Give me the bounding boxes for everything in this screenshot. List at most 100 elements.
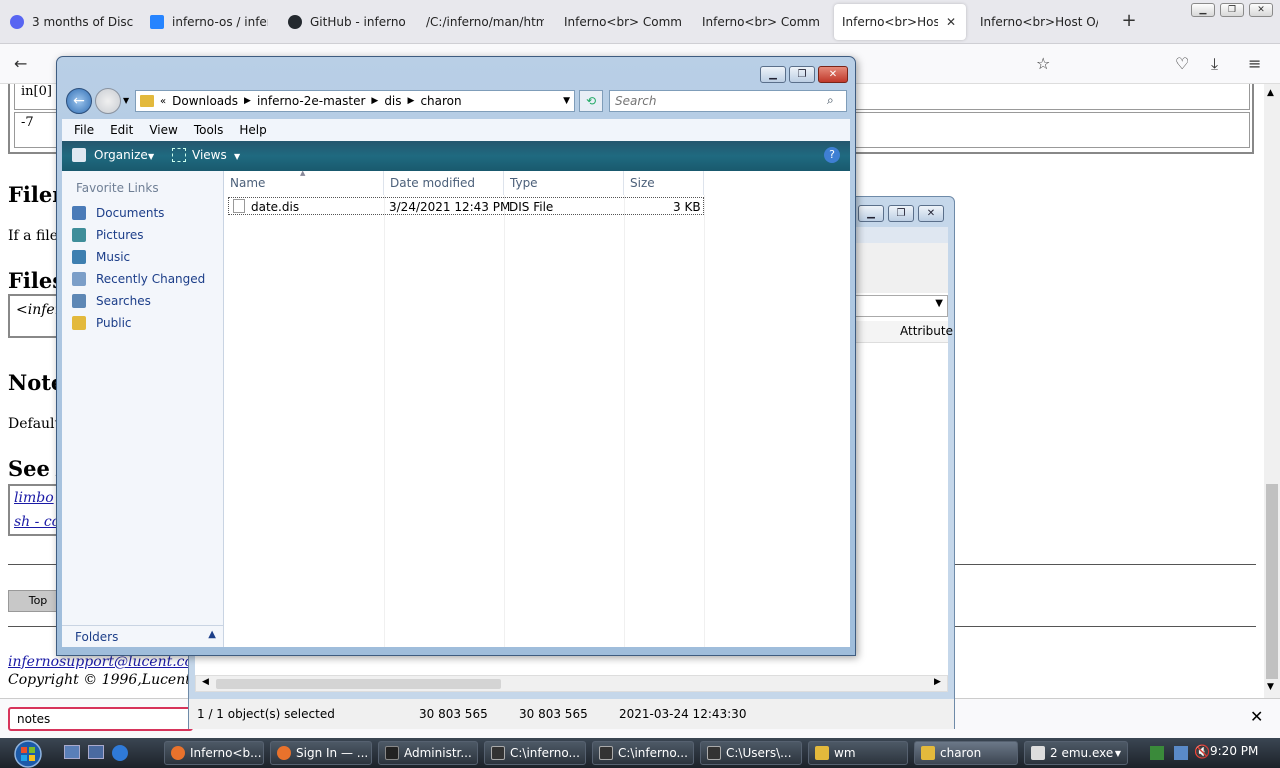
menu-edit[interactable]: Edit xyxy=(110,123,133,137)
attribute-column[interactable]: Attribute xyxy=(900,324,953,338)
taskbar-item-charon[interactable]: charon xyxy=(914,741,1018,765)
bg-close-button[interactable]: ✕ xyxy=(918,205,944,222)
tab-host-os[interactable]: Inferno<br>Host O/S xyxy=(972,4,1106,40)
close-find-icon[interactable]: ✕ xyxy=(1250,707,1263,726)
recent-pages-dropdown-icon[interactable]: ▼ xyxy=(123,96,129,105)
tab-github[interactable]: GitHub - inferno- xyxy=(280,4,414,40)
nav-searches[interactable]: Searches xyxy=(72,294,151,308)
menu-help[interactable]: Help xyxy=(239,123,266,137)
network-icon[interactable] xyxy=(1174,746,1188,760)
nav-recently-changed[interactable]: Recently Changed xyxy=(72,272,205,286)
chevron-down-icon[interactable]: ▼ xyxy=(148,152,154,161)
file-date: 3/24/2021 12:43 PM xyxy=(389,200,511,214)
address-dropdown-icon[interactable]: ▼ xyxy=(563,96,570,106)
taskbar-label: Sign In — ... xyxy=(296,746,369,760)
link-limbo[interactable]: limbo xyxy=(14,490,54,506)
start-button[interactable] xyxy=(8,740,48,768)
tab-label: Inferno<br>Host O xyxy=(842,15,938,29)
taskbar-item-firefox-1[interactable]: Inferno<b... xyxy=(164,741,264,765)
scrollbar-thumb[interactable] xyxy=(1266,484,1278,679)
menu-icon[interactable]: ≡ xyxy=(1248,54,1261,73)
back-arrow-icon[interactable]: ← xyxy=(14,54,27,73)
tab-commands[interactable]: Inferno<br> Comman xyxy=(556,4,690,40)
bg-minimize-button[interactable]: ▁ xyxy=(858,205,884,222)
menu-file[interactable]: File xyxy=(74,123,94,137)
file-row[interactable]: date.dis 3/24/2021 12:43 PM DIS File 3 K… xyxy=(228,197,704,215)
forward-button[interactable] xyxy=(95,88,121,114)
views-icon xyxy=(172,148,186,162)
column-name[interactable]: Name ▲ xyxy=(224,169,384,195)
music-icon xyxy=(72,250,86,264)
breadcrumb-inferno[interactable]: inferno-2e-master xyxy=(257,94,365,108)
column-size[interactable]: Size xyxy=(624,171,704,195)
show-desktop-icon[interactable] xyxy=(64,745,80,759)
breadcrumb-separator-icon[interactable]: ▶ xyxy=(371,96,378,106)
link-sh[interactable]: sh - co xyxy=(14,514,60,530)
folders-toggle[interactable]: Folders ▲ xyxy=(62,625,224,647)
breadcrumb-charon[interactable]: charon xyxy=(420,94,461,108)
nav-music[interactable]: Music xyxy=(72,250,130,264)
email-link[interactable]: infernosupport@lucent.com xyxy=(8,654,206,670)
tray-icon[interactable] xyxy=(1150,746,1164,760)
taskbar-item-wm[interactable]: wm xyxy=(808,741,908,765)
refresh-button[interactable]: ⟲ xyxy=(579,90,603,112)
taskbar-item-cmd[interactable]: Administr... xyxy=(378,741,478,765)
views-button[interactable]: Views xyxy=(192,148,227,162)
close-window-button[interactable]: ✕ xyxy=(1249,3,1273,17)
firefox-icon xyxy=(277,746,291,760)
tab-man-page[interactable]: /C:/inferno/man/htm xyxy=(418,4,552,40)
page-scrollbar[interactable]: ▲ ▼ xyxy=(1264,84,1280,698)
find-input[interactable] xyxy=(8,707,193,731)
scroll-right-icon[interactable]: ▶ xyxy=(934,677,941,687)
back-button[interactable]: ← xyxy=(66,88,92,114)
taskbar-item-7zip-1[interactable]: C:\inferno... xyxy=(484,741,586,765)
breadcrumb-dis[interactable]: dis xyxy=(384,94,401,108)
taskbar-item-emu[interactable]: 2 emu.exe ▼ xyxy=(1024,741,1128,765)
taskbar-item-7zip-3[interactable]: C:\Users\... xyxy=(700,741,802,765)
chevron-down-icon[interactable]: ▼ xyxy=(234,152,240,161)
menu-tools[interactable]: Tools xyxy=(194,123,224,137)
bg-maximize-button[interactable]: ❐ xyxy=(888,205,914,222)
new-tab-button[interactable]: + xyxy=(1118,10,1140,31)
menu-view[interactable]: View xyxy=(149,123,177,137)
download-icon[interactable]: ⤓ xyxy=(1211,54,1218,74)
scroll-up-icon[interactable]: ▲ xyxy=(1267,88,1274,98)
nav-pictures[interactable]: Pictures xyxy=(72,228,144,242)
breadcrumb-downloads[interactable]: Downloads xyxy=(172,94,238,108)
breadcrumb-separator-icon[interactable]: ▶ xyxy=(408,96,415,106)
taskbar-clock[interactable]: 9:20 PM xyxy=(1210,744,1258,758)
tab-discord[interactable]: 3 months of Discu xyxy=(2,4,142,40)
explorer-maximize-button[interactable]: ❐ xyxy=(789,66,815,83)
tab-host-os-active[interactable]: Inferno<br>Host O ✕ xyxy=(834,4,966,40)
explorer-minimize-button[interactable]: ▁ xyxy=(760,66,786,83)
taskbar-item-7zip-2[interactable]: C:\inferno... xyxy=(592,741,694,765)
search-input[interactable] xyxy=(609,90,847,112)
pocket-icon[interactable]: ♡ xyxy=(1175,54,1189,73)
help-icon[interactable]: ? xyxy=(824,147,840,163)
nav-public[interactable]: Public xyxy=(72,316,132,330)
bookmark-star-icon[interactable]: ☆ xyxy=(1036,54,1050,73)
maximize-button[interactable]: ❐ xyxy=(1220,3,1244,17)
column-date-modified[interactable]: Date modified xyxy=(384,171,504,195)
nav-documents[interactable]: Documents xyxy=(72,206,164,220)
switch-windows-icon[interactable] xyxy=(88,745,104,759)
scroll-down-icon[interactable]: ▼ xyxy=(1267,682,1274,692)
explorer-close-button[interactable]: ✕ xyxy=(818,66,848,83)
tab-bitbucket[interactable]: inferno-os / infer xyxy=(142,4,276,40)
overflow-icon[interactable]: « xyxy=(160,96,166,107)
horizontal-scrollbar[interactable]: ◀ ▶ xyxy=(195,675,948,692)
tab-communication[interactable]: Inferno<br> Commun xyxy=(694,4,828,40)
organize-button[interactable]: Organize xyxy=(94,148,148,162)
horizontal-scrollbar-thumb[interactable] xyxy=(216,679,501,689)
column-label: Date modified xyxy=(390,176,476,190)
taskbar-item-firefox-2[interactable]: Sign In — ... xyxy=(270,741,372,765)
search-icon[interactable]: ⌕ xyxy=(827,93,834,108)
breadcrumb-separator-icon[interactable]: ▶ xyxy=(244,96,251,106)
volume-icon[interactable]: 🔇 xyxy=(1194,745,1210,760)
column-type[interactable]: Type xyxy=(504,171,624,195)
close-tab-icon[interactable]: ✕ xyxy=(946,15,956,29)
internet-explorer-icon[interactable] xyxy=(112,745,128,761)
scroll-left-icon[interactable]: ◀ xyxy=(202,677,209,687)
minimize-button[interactable]: ▁ xyxy=(1191,3,1215,17)
address-bar[interactable]: « Downloads ▶ inferno-2e-master ▶ dis ▶ … xyxy=(135,90,575,112)
